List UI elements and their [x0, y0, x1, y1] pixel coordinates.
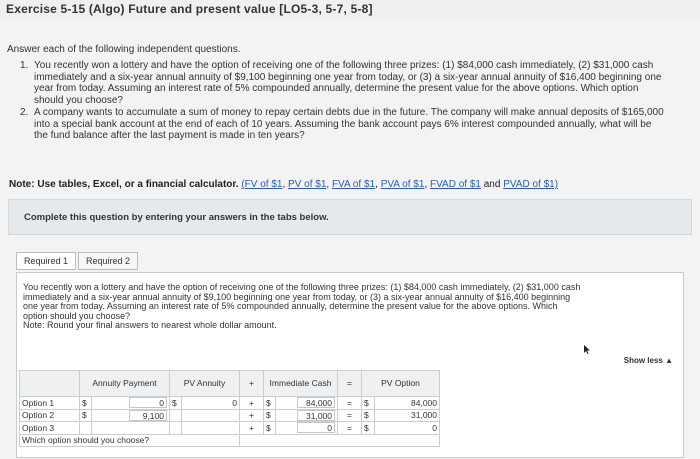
choice-question: Which option should you choose? — [19, 433, 240, 447]
currency-sign: $ — [361, 408, 375, 422]
header-annuity-payment: Annuity Payment — [79, 370, 170, 397]
table-header-row: Annuity Payment PV Annuity + Immediate C… — [19, 370, 440, 397]
note-line: Note: Use tables, Excel, or a financial … — [9, 179, 559, 190]
currency-sign: $ — [168, 396, 183, 410]
tab-content: You recently won a lottery and have the … — [16, 272, 684, 458]
currency-sign — [168, 408, 183, 422]
link-fva-of-1[interactable]: FVA of $1 — [332, 179, 375, 190]
annuity-payment-input[interactable] — [91, 421, 170, 435]
plus-sign: + — [239, 408, 264, 422]
currency-sign: $ — [263, 421, 276, 435]
header-blank — [19, 370, 80, 397]
header-strip: Exercise 5-15 (Algo) Future and present … — [0, 0, 700, 20]
immediate-cash-input[interactable]: 31,000 — [275, 408, 338, 422]
plus-sign: + — [239, 421, 264, 435]
header-immediate-cash: Immediate Cash — [263, 370, 338, 397]
equals-sign: = — [337, 408, 362, 422]
header-equals: = — [337, 370, 362, 397]
currency-sign — [79, 421, 92, 435]
note-and: and — [483, 179, 501, 190]
complete-instruction: Complete this question by entering your … — [24, 212, 329, 223]
header-pv-annuity: PV Annuity — [169, 370, 240, 397]
equals-sign: = — [337, 396, 362, 410]
equals-sign: = — [337, 421, 362, 435]
link-fv-of-1[interactable]: (FV of $1 — [241, 179, 282, 190]
header-plus: + — [239, 370, 264, 397]
choice-input[interactable] — [239, 433, 440, 447]
table-row-option-3: Option 3 + $ 0 = $ 0 — [19, 421, 441, 435]
currency-sign: $ — [79, 408, 92, 422]
plus-sign: + — [239, 396, 264, 410]
mouse-cursor-icon — [584, 345, 590, 354]
complete-panel: Complete this question by entering your … — [8, 199, 692, 235]
question-text: You recently won a lottery and have the … — [34, 60, 662, 106]
header-pv-option: PV Option — [361, 370, 440, 397]
pv-option-value: 0 — [373, 421, 441, 435]
currency-sign: $ — [79, 396, 92, 410]
link-fvad-of-1[interactable]: FVAD of $1 — [430, 179, 481, 190]
link-pvad-of-1[interactable]: PVAD of $1) — [503, 179, 558, 190]
question-2: 2. A company wants to accumulate a sum o… — [20, 107, 666, 142]
question-number: 2. — [20, 107, 29, 118]
note-prefix: Note: Use tables, Excel, or a financial … — [9, 179, 239, 190]
row-label: Option 3 — [19, 421, 80, 435]
pv-annuity-input[interactable]: 0 — [181, 396, 240, 410]
table-row-option-1: Option 1 $ 0 $ 0 + $ 84,000 = $ 84,000 — [19, 396, 441, 410]
pv-annuity-input[interactable] — [181, 408, 240, 422]
page-title: Exercise 5-15 (Algo) Future and present … — [6, 2, 373, 16]
tab-required-1[interactable]: Required 1 — [16, 252, 77, 270]
table-row-option-2: Option 2 $ 9,100 + $ 31,000 = $ 31,000 — [19, 408, 441, 422]
question-1: 1. You recently won a lottery and have t… — [20, 60, 666, 106]
currency-sign: $ — [263, 408, 276, 422]
pv-option-value: 31,000 — [373, 408, 441, 422]
currency-sign: $ — [361, 421, 375, 435]
problem-statement: You recently won a lottery and have the … — [23, 282, 583, 331]
annuity-payment-input[interactable]: 0 — [91, 396, 170, 410]
pv-option-value: 84,000 — [373, 396, 441, 410]
tab-bar: Required 1 Required 2 — [16, 252, 140, 270]
question-list: 1. You recently won a lottery and have t… — [20, 60, 666, 143]
link-pva-of-1[interactable]: PVA of $1 — [381, 179, 425, 190]
question-number: 1. — [20, 60, 29, 71]
immediate-cash-input[interactable]: 0 — [275, 421, 338, 435]
show-less-button[interactable]: Show less ▲ — [624, 356, 673, 365]
currency-sign: $ — [361, 396, 375, 410]
currency-sign: $ — [263, 396, 276, 410]
answer-table: Annuity Payment PV Annuity + Immediate C… — [19, 370, 441, 447]
table-row-choice: Which option should you choose? — [19, 433, 440, 447]
immediate-cash-input[interactable]: 84,000 — [275, 396, 338, 410]
row-label: Option 2 — [19, 408, 80, 422]
tab-required-2[interactable]: Required 2 — [78, 252, 139, 270]
rounding-note: Note: Round your final answers to neares… — [23, 320, 277, 331]
annuity-payment-input[interactable]: 9,100 — [91, 408, 170, 422]
problem-text: You recently won a lottery and have the … — [23, 282, 581, 321]
link-pv-of-1[interactable]: PV of $1 — [288, 179, 326, 190]
instructions: Answer each of the following independent… — [7, 44, 241, 55]
currency-sign — [168, 421, 183, 435]
pv-annuity-input[interactable] — [181, 421, 240, 435]
row-label: Option 1 — [19, 396, 80, 410]
question-text: A company wants to accumulate a sum of m… — [34, 107, 664, 141]
